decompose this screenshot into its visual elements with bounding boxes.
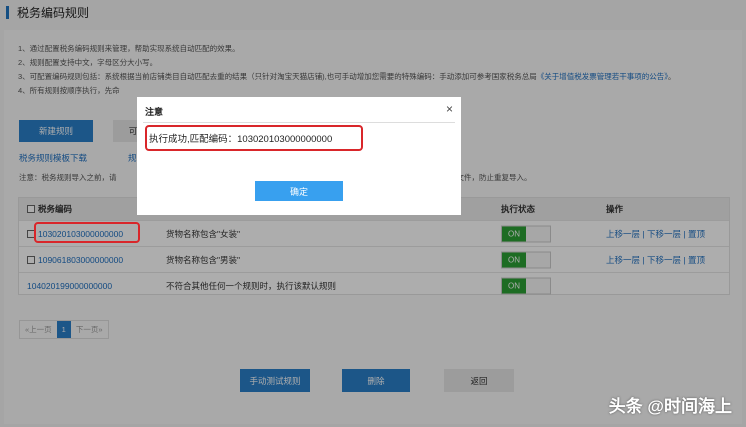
dialog-divider (143, 122, 455, 123)
close-icon[interactable]: × (446, 102, 453, 116)
highlight-box (34, 222, 140, 243)
dialog-message: 执行成功,匹配编码：103020103000000000 (149, 134, 333, 145)
confirm-button[interactable]: 确定 (255, 181, 343, 201)
dialog-title: 注意 (145, 107, 164, 117)
notice-dialog: 注意 × 执行成功,匹配编码：103020103000000000 确定 (137, 97, 461, 215)
dialog-message-box: 执行成功,匹配编码：103020103000000000 (145, 125, 363, 151)
watermark: 头条 @时间海上 (608, 397, 732, 416)
